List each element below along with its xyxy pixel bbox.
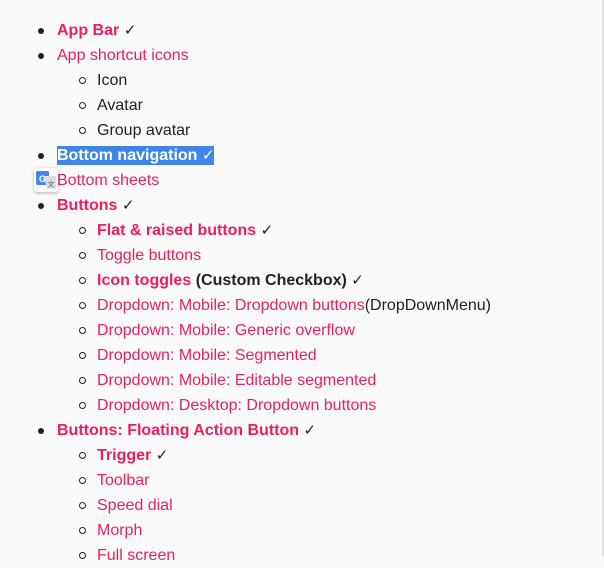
- list-item: Toolbar: [0, 468, 316, 493]
- component-checklist: App Bar ✓ App shortcut icons Icon Avatar…: [0, 18, 491, 568]
- list-item: Buttons: Floating Action Button ✓ Trigge…: [0, 418, 316, 568]
- check-icon: ✓: [303, 421, 317, 439]
- google-translate-icon[interactable]: G 文: [34, 168, 58, 192]
- check-icon: ✓: [201, 146, 215, 164]
- link-dropdown-mobile-segmented[interactable]: Dropdown: Mobile: Segmented: [97, 347, 317, 364]
- item-suffix: (Custom Checkbox): [195, 272, 347, 289]
- link-bottom-sheets[interactable]: Bottom sheets: [57, 172, 159, 189]
- link-app-shortcut-icons[interactable]: App shortcut icons: [57, 47, 189, 64]
- list-item: App shortcut icons Icon Avatar Group ava…: [0, 43, 316, 143]
- item-suffix: (DropDownMenu): [364, 297, 491, 314]
- list-item: Dropdown: Desktop: Dropdown buttons: [0, 393, 376, 418]
- list-item: Bottom navigation ✓: [0, 143, 316, 168]
- svg-text:文: 文: [48, 180, 55, 189]
- item-icon-label: Icon: [97, 72, 128, 89]
- link-buttons[interactable]: Buttons: [57, 197, 117, 214]
- link-speed-dial[interactable]: Speed dial: [97, 497, 173, 514]
- link-flat-raised-buttons[interactable]: Flat & raised buttons: [97, 222, 256, 239]
- check-icon: ✓: [260, 221, 274, 239]
- list-item: Icon: [0, 68, 316, 93]
- link-dropdown-desktop-dropdown-buttons[interactable]: Dropdown: Desktop: Dropdown buttons: [97, 397, 376, 414]
- item-avatar-label: Avatar: [97, 97, 143, 114]
- link-morph[interactable]: Morph: [97, 522, 142, 539]
- list-item: Dropdown: Mobile: Editable segmented: [0, 368, 376, 393]
- sublist: Flat & raised buttons ✓ Toggle buttons I…: [0, 218, 491, 418]
- check-icon: ✓: [155, 446, 169, 464]
- list-item: Avatar: [0, 93, 316, 118]
- list-item: Trigger ✓: [0, 443, 316, 468]
- check-icon: ✓: [351, 271, 364, 289]
- item-group-avatar-label: Group avatar: [97, 122, 191, 139]
- list-item: Dropdown: Mobile: Dropdown buttons(DropD…: [0, 293, 491, 318]
- list-item: Dropdown: Mobile: Generic overflow: [0, 318, 355, 343]
- check-icon: ✓: [123, 21, 137, 39]
- list-item: Group avatar: [0, 118, 316, 143]
- list-item: Dropdown: Mobile: Segmented: [0, 343, 317, 368]
- link-dropdown-mobile-editable-segmented[interactable]: Dropdown: Mobile: Editable segmented: [97, 372, 376, 389]
- link-bottom-navigation[interactable]: Bottom navigation ✓: [57, 146, 215, 165]
- list-item: Flat & raised buttons ✓: [0, 218, 316, 243]
- list-item: Speed dial: [0, 493, 316, 518]
- list-item: Icon toggles (Custom Checkbox) ✓: [0, 268, 364, 293]
- link-dropdown-mobile-dropdown-buttons[interactable]: Dropdown: Mobile: Dropdown buttons: [97, 297, 365, 314]
- link-toggle-buttons[interactable]: Toggle buttons: [97, 247, 201, 264]
- link-dropdown-mobile-generic-overflow[interactable]: Dropdown: Mobile: Generic overflow: [97, 322, 355, 339]
- link-icon-toggles[interactable]: Icon toggles: [97, 272, 191, 289]
- check-icon: ✓: [121, 196, 135, 214]
- sublist: Icon Avatar Group avatar: [0, 68, 316, 143]
- list-item: Toggle buttons: [0, 243, 316, 268]
- sublist: Trigger ✓ Toolbar Speed dial Morph Full …: [0, 443, 316, 568]
- list-item: App Bar ✓: [0, 18, 316, 43]
- svg-text:G: G: [39, 174, 46, 184]
- link-toolbar[interactable]: Toolbar: [97, 472, 149, 489]
- link-trigger[interactable]: Trigger: [97, 447, 151, 464]
- list-item: Buttons ✓ Flat & raised buttons ✓ Toggle…: [0, 193, 491, 418]
- link-app-bar[interactable]: App Bar: [57, 22, 119, 39]
- link-floating-action-button[interactable]: Buttons: Floating Action Button: [57, 422, 299, 439]
- list-item: Morph: [0, 518, 316, 543]
